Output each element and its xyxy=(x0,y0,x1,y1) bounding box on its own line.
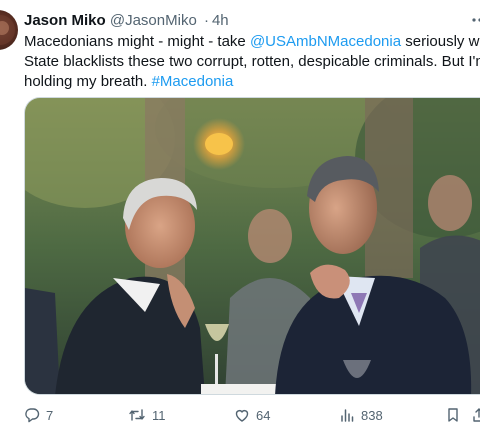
like-button[interactable]: 64 xyxy=(234,404,270,426)
tweet-text: Macedonians might - might - take @USAmbN… xyxy=(24,32,480,92)
reply-icon xyxy=(25,408,40,423)
author-handle[interactable]: @JasonMiko xyxy=(110,12,197,29)
views-bar-chart-icon xyxy=(341,409,354,422)
repost-button[interactable]: 11 xyxy=(128,404,166,426)
bookmark-icon xyxy=(448,408,458,422)
like-count: 64 xyxy=(256,407,271,423)
hashtag-link[interactable]: #Macedonia xyxy=(152,73,234,90)
reply-count: 7 xyxy=(46,407,54,423)
repost-icon xyxy=(129,409,145,421)
tweet-text-line-2: State blacklists these two corrupt, rott… xyxy=(24,53,480,70)
share-icon xyxy=(473,408,480,422)
tweet-header: Jason Miko @JasonMiko · 4h xyxy=(24,11,229,31)
tweet-text-line-3: holding my breath. #Macedonia xyxy=(24,72,480,92)
tweet-timestamp[interactable]: 4h xyxy=(212,12,229,29)
tweet-text-line-1: Macedonians might - might - take @USAmbN… xyxy=(24,32,480,52)
view-count: 838 xyxy=(361,407,383,423)
separator-dot: · xyxy=(203,12,209,29)
repost-count: 11 xyxy=(152,407,166,423)
share-button[interactable] xyxy=(471,404,480,426)
text-segment: holding my breath. xyxy=(24,73,152,90)
tweet-card[interactable]: Jason Miko @JasonMiko · 4h Macedonians mi… xyxy=(0,0,480,432)
tweet-media-photo[interactable] xyxy=(24,97,480,395)
reply-button[interactable]: 7 xyxy=(24,404,53,426)
avatar[interactable] xyxy=(0,10,18,50)
mention-link[interactable]: @USAmbNMacedonia xyxy=(250,33,401,50)
tweet-actions-bar: 7 11 64 838 xyxy=(0,404,480,426)
bookmark-button[interactable] xyxy=(445,404,461,426)
author-name[interactable]: Jason Miko xyxy=(24,12,106,29)
text-segment: seriously when xyxy=(405,33,480,50)
more-horizontal-icon[interactable] xyxy=(470,10,480,30)
views-button[interactable]: 838 xyxy=(339,404,383,426)
text-segment: Macedonians might - might - take xyxy=(24,33,250,50)
heart-icon xyxy=(235,409,249,422)
